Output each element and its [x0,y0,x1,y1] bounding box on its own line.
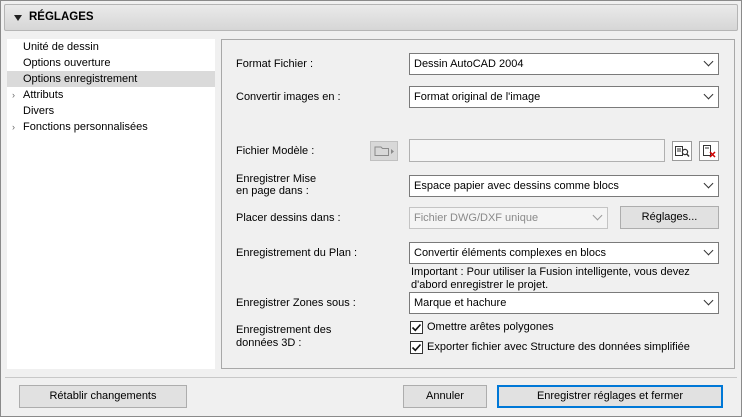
tree-item-label: Options ouverture [23,57,111,69]
chevron-right-icon[interactable]: › [12,119,15,135]
layout-label-line1: Enregistrer Mise [236,173,317,185]
chevron-down-icon [703,56,714,67]
important-note-line2: d'abord enregistrer le projet. [411,279,549,291]
browse-button[interactable] [672,141,692,161]
export-simplified-checkbox[interactable] [410,341,423,354]
omit-edges-checkbox[interactable] [410,321,423,334]
chevron-down-icon [703,295,714,306]
cancel-button[interactable]: Annuler [403,385,487,408]
checkmark-icon [411,343,422,352]
format-select[interactable]: Dessin AutoCAD 2004 [409,53,719,75]
data3d-label-line2: données 3D : [236,337,302,349]
tree-item-label: Divers [23,105,55,117]
convert-images-label: Convertir images en : [236,91,341,103]
tree-item-label: Attributs [23,89,64,101]
chevron-right-icon[interactable]: › [12,87,15,103]
browse-icon [675,146,690,157]
layout-select[interactable]: Espace papier avec dessins comme blocs [409,175,719,197]
save-and-close-button[interactable]: Enregistrer réglages et fermer [497,385,723,408]
tree-item-divers[interactable]: Divers [7,103,215,119]
settings-dialog: RÉGLAGES Unité de dessin Options ouvertu… [0,0,742,417]
place-drawings-select[interactable]: Fichier DWG/DXF unique [409,207,608,229]
footer-divider [5,377,737,378]
settings-panel: Format Fichier : Dessin AutoCAD 2004 Con… [221,39,735,369]
chevron-down-icon [703,89,714,100]
zones-select[interactable]: Marque et hachure [409,292,719,314]
tree-item-unite-de-dessin[interactable]: Unité de dessin [7,39,215,55]
tree-item-attributs[interactable]: › Attributs [7,87,215,103]
tree-item-label: Fonctions personnalisées [23,121,148,133]
header-title: RÉGLAGES [29,11,94,23]
chevron-down-icon [592,210,603,221]
zones-label: Enregistrer Zones sous : [236,297,356,309]
tree-item-options-ouverture[interactable]: Options ouverture [7,55,215,71]
reset-changes-button[interactable]: Rétablir changements [19,385,187,408]
omit-edges-label[interactable]: Omettre arêtes polygones [427,321,554,333]
settings-tree: Unité de dessin Options ouverture Option… [7,39,215,369]
settings-button[interactable]: Réglages... [620,206,719,229]
settings-header[interactable]: RÉGLAGES [4,4,738,31]
layout-label-line2: en page dans : [236,185,309,197]
tree-item-fonctions-personnalisees[interactable]: › Fonctions personnalisées [7,119,215,135]
chevron-down-icon [703,245,714,256]
tree-item-label: Options enregistrement [23,73,138,85]
folder-icon [374,146,394,156]
place-drawings-label: Placer dessins dans : [236,212,341,224]
clear-icon [703,145,716,158]
folder-button[interactable] [370,141,398,161]
checkmark-icon [411,323,422,332]
chevron-down-icon [703,178,714,189]
data3d-label-line1: Enregistrement des [236,324,332,336]
template-file-input[interactable] [409,139,665,162]
format-label: Format Fichier : [236,58,314,70]
convert-images-select[interactable]: Format original de l'image [409,86,719,108]
plan-saving-select[interactable]: Convertir éléments complexes en blocs [409,242,719,264]
export-simplified-label[interactable]: Exporter fichier avec Structure des donn… [427,341,690,353]
plan-saving-label: Enregistrement du Plan : [236,247,358,259]
clear-button[interactable] [699,141,719,161]
tree-item-options-enregistrement[interactable]: Options enregistrement [7,71,215,87]
triangle-down-icon[interactable] [14,15,22,21]
template-file-label: Fichier Modèle : [236,145,315,157]
important-note-line1: Important : Pour utiliser la Fusion inte… [411,266,690,278]
tree-item-label: Unité de dessin [23,41,99,53]
